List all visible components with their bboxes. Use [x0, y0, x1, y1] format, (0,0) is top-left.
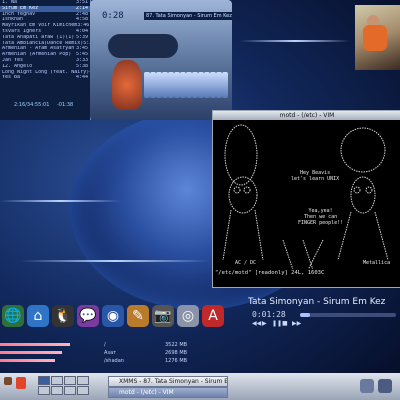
- playlist-time: 2:16/34:55:01: [14, 102, 50, 108]
- memory-label: /: [104, 342, 106, 348]
- memory-usage-bar: [0, 343, 70, 346]
- dock: 🌐 ⌂ 🐧 💬 ◉ ✎ 📷 ◎ A: [0, 298, 237, 334]
- taskbar-task[interactable]: motd - (/etc) - VIM: [108, 387, 228, 398]
- progress-fill: [300, 313, 310, 317]
- tray-icon[interactable]: [378, 379, 392, 393]
- playlist-row-title: Yes Ba: [2, 75, 21, 81]
- workspace-cell[interactable]: [51, 386, 63, 395]
- memory-value: 3522 MB: [165, 342, 188, 348]
- flame-graphic: [112, 60, 142, 110]
- vim-window-title: motd - (/etc) - VIM: [213, 111, 400, 120]
- now-playing-title: Tata Simonyan - Sirum Em Kez: [248, 297, 386, 307]
- vim-text-area[interactable]: Hey Beavis let's learn UNIX Yea,yea! The…: [213, 120, 400, 278]
- eq-slider[interactable]: [222, 72, 228, 98]
- taskbar: XMMS - 87. Tata Simonyan - Sirum Em Kezm…: [0, 373, 400, 400]
- vim-status-line: "/etc/motd" [readonly] 24L, 1603C: [213, 269, 400, 278]
- memory-value: 1276 MB: [165, 358, 188, 364]
- ascii-metallica: Metallica: [363, 260, 391, 266]
- play-button[interactable]: ▶: [262, 320, 267, 327]
- ascii-art-beavis-butthead: [222, 124, 389, 270]
- memory-usage-bar: [0, 351, 62, 354]
- playlist-remaining: -01:38: [56, 102, 74, 108]
- workspace-cell[interactable]: [77, 376, 89, 385]
- workspace-cell[interactable]: [64, 386, 76, 395]
- camera-icon[interactable]: 📷: [152, 305, 174, 327]
- playlist-row[interactable]: Yes Ba 4:44: [0, 75, 90, 81]
- equalizer[interactable]: [144, 72, 230, 102]
- paint-icon[interactable]: ✎: [127, 305, 149, 327]
- globe-icon[interactable]: 🌐: [2, 305, 24, 327]
- disc-icon[interactable]: ◉: [102, 305, 124, 327]
- disk-icon[interactable]: ◎: [177, 305, 199, 327]
- webcam-photo: [355, 5, 400, 70]
- workspace-cell[interactable]: [77, 386, 89, 395]
- speech-butthead: Yea,yea! Then we can FINGER people!!: [298, 208, 344, 226]
- playlist-status: 2:16/34:55:01 -01:38: [14, 102, 73, 108]
- memory-label: /shadan: [104, 358, 124, 364]
- speech-beavis: Hey Beavis let's learn UNIX: [291, 170, 340, 182]
- workspace-cell[interactable]: [38, 376, 50, 385]
- visualizer: [108, 34, 178, 58]
- wallpaper-light-streak: [0, 200, 120, 202]
- player-time: 0:28: [102, 11, 124, 21]
- previous-button[interactable]: ◀◀: [252, 320, 261, 327]
- workspace-cell[interactable]: [51, 376, 63, 385]
- playlist-row-time: 4:44: [75, 75, 88, 81]
- stop-button[interactable]: ■: [282, 320, 288, 327]
- pause-button[interactable]: ❚❚: [272, 320, 282, 327]
- wallpaper-light-streak: [20, 260, 210, 262]
- pdf-icon[interactable]: A: [202, 305, 224, 327]
- penguin-icon[interactable]: 🐧: [52, 305, 74, 327]
- player-track-title: 87. Tata Simonyan - Sirum Em Kez(2:14): [144, 12, 232, 20]
- next-button[interactable]: ▶▶: [292, 320, 301, 327]
- vim-window[interactable]: motd - (/etc) - VIM Hey Beavis let's lea…: [212, 110, 400, 288]
- house-icon[interactable]: ⌂: [27, 305, 49, 327]
- house-icon[interactable]: [16, 377, 26, 389]
- memory-value: 2698 MB: [165, 350, 188, 356]
- chat-icon[interactable]: 💬: [77, 305, 99, 327]
- now-playing-time: 0:01:28: [252, 310, 286, 319]
- taskbar-task[interactable]: XMMS - 87. Tata Simonyan - Sirum Em Kez: [108, 376, 228, 387]
- workspace-pager[interactable]: [38, 376, 98, 396]
- wallpaper-light-streak: [240, 40, 350, 42]
- now-playing-progress[interactable]: [300, 313, 396, 317]
- tray-icon[interactable]: [360, 379, 374, 393]
- memory-label: Азат: [104, 350, 117, 356]
- ascii-acdc: AC / DC: [235, 260, 257, 266]
- menu-icon[interactable]: [4, 377, 12, 385]
- memory-usage-bar: [0, 359, 55, 362]
- workspace-cell[interactable]: [38, 386, 50, 395]
- workspace-cell[interactable]: [64, 376, 76, 385]
- xmms-player-window[interactable]: 0:28 87. Tata Simonyan - Sirum Em Kez(2:…: [90, 0, 232, 120]
